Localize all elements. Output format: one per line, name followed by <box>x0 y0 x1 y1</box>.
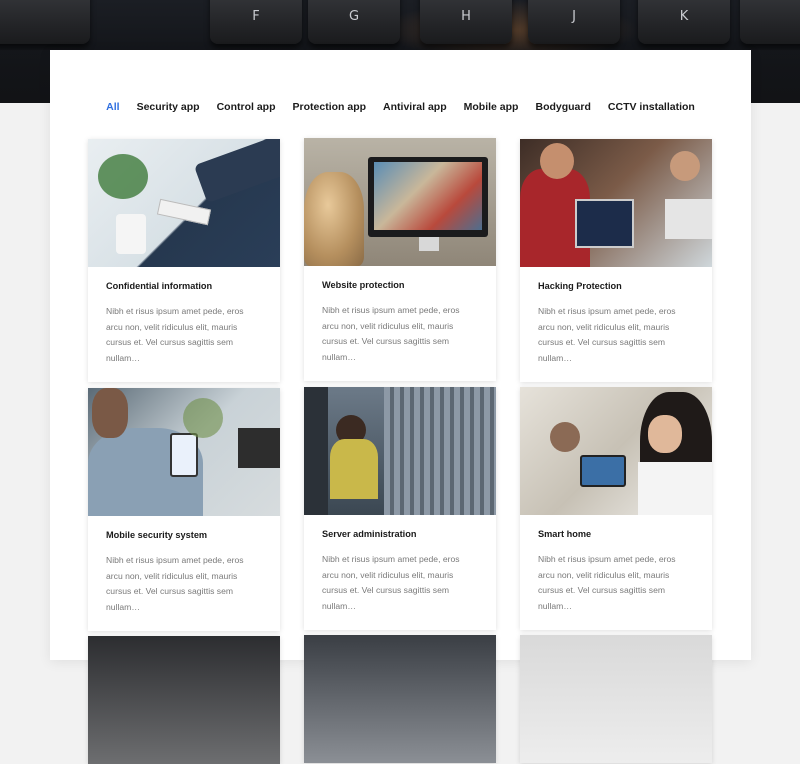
keyboard-key-g: G <box>308 0 400 44</box>
card-title[interactable]: Mobile security system <box>106 530 262 540</box>
card-excerpt: Nibh et risus ipsum amet pede, eros arcu… <box>322 305 460 362</box>
filter-bodyguard[interactable]: Bodyguard <box>535 101 590 113</box>
tablet-smart-home-photo[interactable] <box>520 387 712 515</box>
portfolio-card[interactable]: Server administration Nibh et risus ipsu… <box>304 387 496 630</box>
keyboard-key-h: H <box>420 0 512 44</box>
keyboard-key-j: J <box>528 0 620 44</box>
card-title[interactable]: Confidential information <box>106 281 262 291</box>
keyboard-key-k: K <box>638 0 730 44</box>
portfolio-card[interactable] <box>304 635 496 763</box>
keyboard-key-left <box>0 0 90 44</box>
card-excerpt: Nibh et risus ipsum amet pede, eros arcu… <box>322 554 460 611</box>
laptops-hackers-photo[interactable] <box>520 139 712 267</box>
key-label: F <box>252 9 260 24</box>
phone-user-photo[interactable] <box>88 388 280 516</box>
portfolio-card[interactable]: Website protection Nibh et risus ipsum a… <box>304 138 496 381</box>
filter-mobile-app[interactable]: Mobile app <box>464 101 519 113</box>
filter-cctv-installation[interactable]: CCTV installation <box>608 101 695 113</box>
card-title[interactable]: Website protection <box>322 280 478 290</box>
card-excerpt: Nibh et risus ipsum amet pede, eros arcu… <box>106 555 244 612</box>
filter-security-app[interactable]: Security app <box>137 101 200 113</box>
filter-control-app[interactable]: Control app <box>217 101 276 113</box>
portfolio-filter-bar: All Security app Control app Protection … <box>50 101 751 113</box>
card-photo[interactable] <box>520 635 712 763</box>
card-photo[interactable] <box>304 635 496 763</box>
keyboard-key-right <box>740 0 800 44</box>
monitor-website-photo[interactable] <box>304 138 496 266</box>
key-label: G <box>348 9 360 24</box>
portfolio-card[interactable] <box>88 636 280 764</box>
keyboard-key-f: F <box>210 0 302 44</box>
card-excerpt: Nibh et risus ipsum amet pede, eros arcu… <box>538 554 676 611</box>
card-excerpt: Nibh et risus ipsum amet pede, eros arcu… <box>538 306 676 363</box>
key-label: H <box>461 9 471 24</box>
filter-all[interactable]: All <box>106 101 119 113</box>
card-title[interactable]: Smart home <box>538 529 694 539</box>
portfolio-card[interactable]: Hacking Protection Nibh et risus ipsum a… <box>520 139 712 382</box>
filter-antiviral-app[interactable]: Antiviral app <box>383 101 447 113</box>
portfolio-card[interactable]: Mobile security system Nibh et risus ips… <box>88 388 280 631</box>
filter-protection-app[interactable]: Protection app <box>293 101 367 113</box>
key-label: J <box>572 9 576 24</box>
smartwatch-payment-photo[interactable] <box>88 139 280 267</box>
key-label: K <box>679 9 689 24</box>
card-excerpt: Nibh et risus ipsum amet pede, eros arcu… <box>106 306 244 363</box>
server-room-photo[interactable] <box>304 387 496 515</box>
portfolio-card[interactable]: Confidential information Nibh et risus i… <box>88 139 280 382</box>
portfolio-card[interactable]: Smart home Nibh et risus ipsum amet pede… <box>520 387 712 630</box>
card-title[interactable]: Server administration <box>322 529 478 539</box>
portfolio-card[interactable] <box>520 635 712 763</box>
card-title[interactable]: Hacking Protection <box>538 281 694 291</box>
card-photo[interactable] <box>88 636 280 764</box>
